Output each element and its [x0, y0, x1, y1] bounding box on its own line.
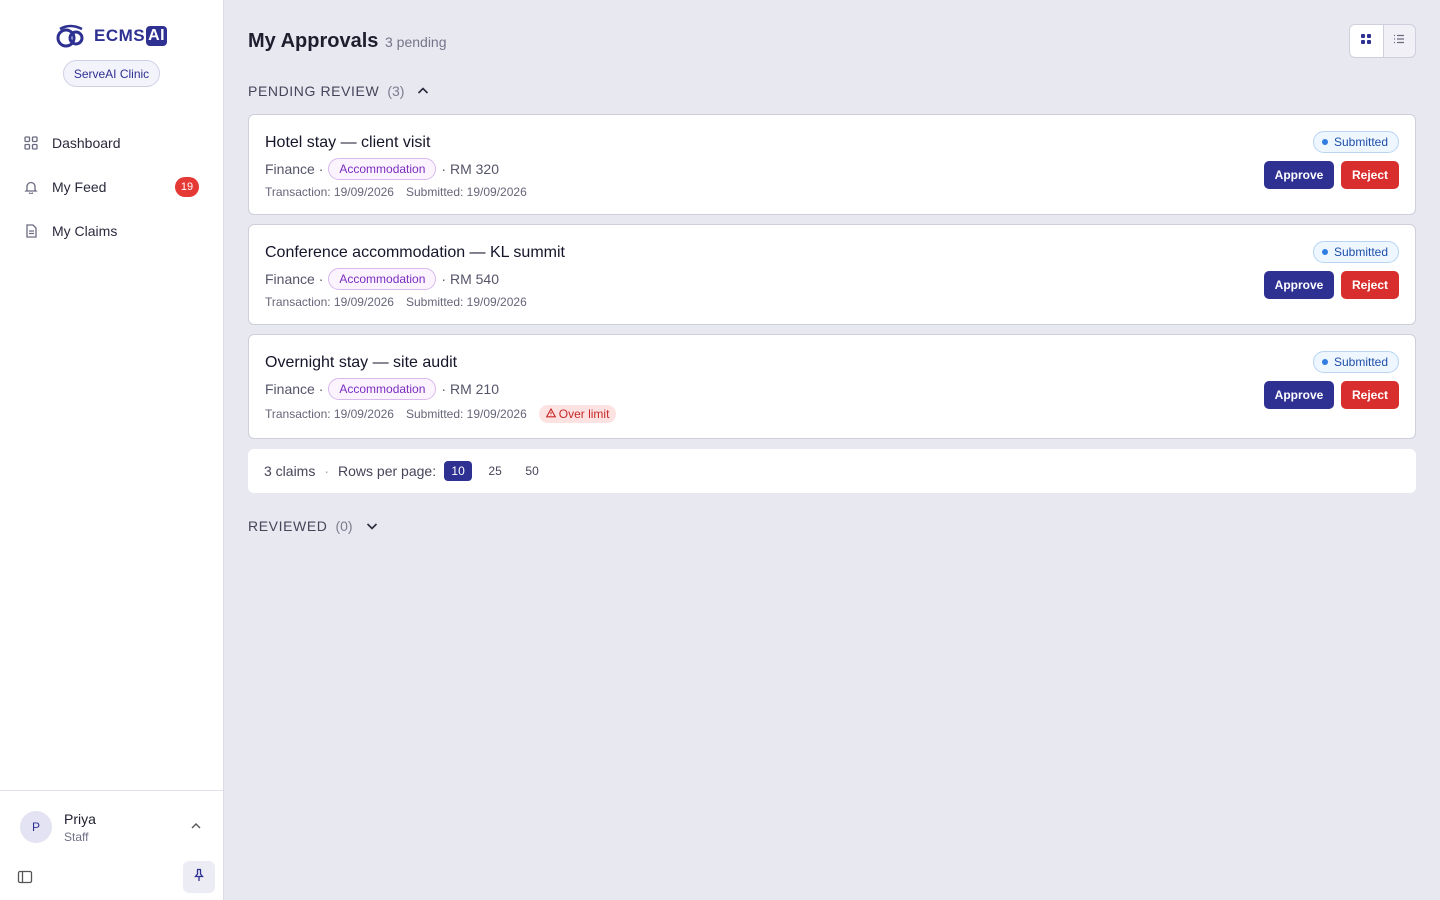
page-title: My Approvals — [248, 30, 379, 52]
claim-card[interactable]: Overnight stay — site audit Finance · Ac… — [248, 334, 1416, 439]
pin-icon — [192, 868, 206, 887]
category-tag: Accommodation — [328, 268, 437, 290]
claim-amount: · RM 210 — [441, 381, 499, 397]
grid-icon — [1360, 32, 1372, 50]
section-label: PENDING REVIEW — [248, 83, 380, 99]
sidebar: ECMS AI ServeAI Clinic Dashboard My Feed … — [0, 0, 224, 900]
submitted-date: Submitted: 19/09/2026 — [405, 295, 527, 309]
user-name: Priya — [64, 811, 96, 827]
over-limit-badge: Over limit — [538, 405, 617, 423]
claims-count: 3 claims — [264, 463, 316, 479]
claim-department: Finance · — [265, 161, 324, 177]
claim-dates: Transaction: 19/09/2026 Submitted: 19/09… — [265, 295, 527, 309]
status-badge: Submitted — [1312, 131, 1399, 153]
rows-option-50[interactable]: 50 — [518, 461, 546, 481]
section-count: (0) — [335, 518, 353, 534]
pagination-bar: 3 claims · Rows per page: 10 25 50 — [248, 449, 1416, 493]
bell-icon — [24, 180, 38, 194]
claim-department: Finance · — [265, 381, 324, 397]
chevron-up-icon[interactable] — [190, 819, 202, 831]
list-icon — [1393, 32, 1405, 50]
avatar[interactable]: P — [20, 811, 52, 843]
section-count: (3) — [387, 83, 405, 99]
claim-card[interactable]: Hotel stay — client visit Finance · Acco… — [248, 114, 1416, 215]
section-label: REVIEWED — [248, 518, 328, 534]
user-menu: P Priya Staff — [0, 790, 223, 900]
status-dot-icon — [1321, 139, 1328, 145]
clinic-selector[interactable]: ServeAI Clinic — [63, 60, 160, 87]
sidebar-toggle-icon[interactable] — [17, 869, 33, 885]
status-badge: Submitted — [1312, 351, 1399, 373]
submitted-date: Submitted: 19/09/2026 — [405, 185, 527, 199]
submitted-date: Submitted: 19/09/2026 — [405, 407, 527, 421]
reject-button[interactable]: Reject — [1341, 161, 1399, 189]
logo-icon — [56, 24, 88, 48]
app-logo[interactable]: ECMS AI — [56, 24, 168, 48]
claim-dates: Transaction: 19/09/2026 Submitted: 19/09… — [265, 185, 527, 199]
sidebar-item-label: Dashboard — [52, 135, 121, 151]
transaction-date: Transaction: 19/09/2026 — [265, 407, 394, 421]
grid-view-button[interactable] — [1350, 25, 1383, 57]
approve-button[interactable]: Approve — [1264, 381, 1334, 409]
chevron-down-icon — [365, 519, 379, 533]
warning-icon — [545, 407, 556, 421]
reject-button[interactable]: Reject — [1341, 271, 1399, 299]
approve-button[interactable]: Approve — [1264, 161, 1334, 189]
pin-sidebar-button[interactable] — [183, 861, 215, 893]
pending-count: 3 pending — [385, 34, 447, 50]
rows-option-25[interactable]: 25 — [481, 461, 509, 481]
approve-button[interactable]: Approve — [1264, 271, 1334, 299]
status-label: Submitted — [1333, 135, 1388, 149]
rows-per-page-label: Rows per page: — [338, 463, 437, 479]
sidebar-nav: Dashboard My Feed 19 My Claims — [0, 124, 223, 256]
warning-label: Over limit — [558, 407, 610, 421]
claim-title: Conference accommodation — KL summit — [265, 244, 565, 261]
claim-title: Overnight stay — site audit — [265, 354, 458, 371]
claim-title: Hotel stay — client visit — [265, 134, 431, 151]
claim-card[interactable]: Conference accommodation — KL summit Fin… — [248, 224, 1416, 325]
claim-meta: Finance · Accommodation · RM 320 — [265, 158, 499, 180]
transaction-date: Transaction: 19/09/2026 — [265, 295, 394, 309]
document-icon — [24, 224, 38, 238]
status-badge: Submitted — [1312, 241, 1399, 263]
separator: · — [324, 463, 330, 479]
claim-meta: Finance · Accommodation · RM 540 — [265, 268, 499, 290]
transaction-date: Transaction: 19/09/2026 — [265, 185, 394, 199]
sidebar-item-dashboard[interactable]: Dashboard — [0, 124, 223, 162]
grid-icon — [24, 136, 38, 150]
claim-dates: Transaction: 19/09/2026 Submitted: 19/09… — [265, 405, 617, 423]
claim-amount: · RM 320 — [441, 161, 499, 177]
sidebar-item-my-claims[interactable]: My Claims — [0, 212, 223, 250]
claim-amount: · RM 540 — [441, 271, 499, 287]
status-label: Submitted — [1333, 245, 1388, 259]
view-toggle — [1349, 24, 1416, 58]
sidebar-item-label: My Feed — [52, 179, 107, 195]
rows-option-10[interactable]: 10 — [444, 461, 473, 481]
chevron-up-icon — [416, 84, 430, 98]
status-label: Submitted — [1333, 355, 1388, 369]
logo-text: ECMS AI — [94, 26, 168, 46]
status-dot-icon — [1321, 359, 1328, 365]
feed-count-badge: 19 — [175, 177, 199, 197]
main-content: My Approvals 3 pending PENDING REVIEW (3… — [224, 0, 1440, 900]
reject-button[interactable]: Reject — [1341, 381, 1399, 409]
claim-department: Finance · — [265, 271, 324, 287]
category-tag: Accommodation — [328, 378, 437, 400]
sidebar-item-label: My Claims — [52, 223, 118, 239]
claim-meta: Finance · Accommodation · RM 210 — [265, 378, 499, 400]
list-view-button[interactable] — [1382, 25, 1416, 57]
reviewed-header[interactable]: REVIEWED (0) — [248, 518, 379, 534]
pending-review-header[interactable]: PENDING REVIEW (3) — [248, 83, 430, 99]
user-role: Staff — [64, 830, 89, 844]
status-dot-icon — [1321, 249, 1328, 255]
sidebar-item-my-feed[interactable]: My Feed 19 — [0, 168, 223, 206]
category-tag: Accommodation — [328, 158, 437, 180]
